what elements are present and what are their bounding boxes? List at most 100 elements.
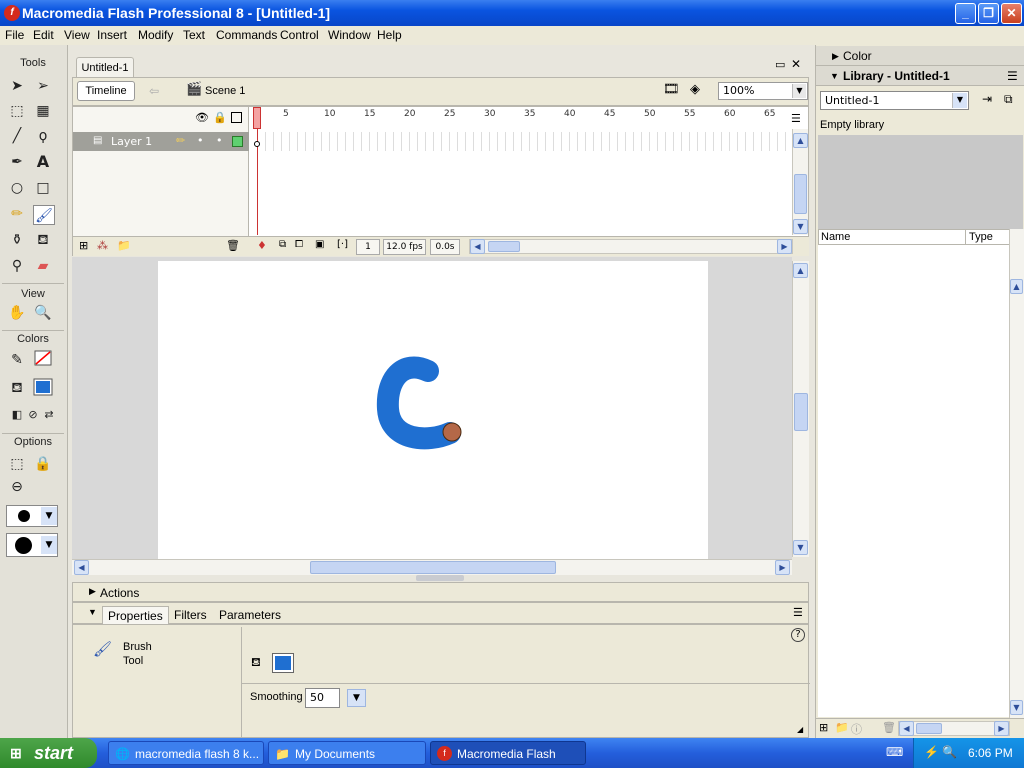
lock-fill-icon[interactable]: 🔒	[32, 454, 54, 474]
modify-markers-icon[interactable]: [·]	[337, 239, 348, 250]
start-button[interactable]: ⊞ start	[0, 738, 97, 768]
new-library-icon[interactable]: ⧉	[1004, 92, 1013, 107]
panel-menu-icon[interactable]: ☰	[793, 606, 803, 619]
playhead[interactable]	[253, 107, 261, 129]
keyboard-icon[interactable]: ⌨	[886, 745, 903, 759]
library-panel-header[interactable]: ▼ Library - Untitled-1 ☰	[816, 66, 1024, 86]
scroll-thumb[interactable]	[794, 174, 807, 214]
help-icon[interactable]: ?	[791, 628, 805, 642]
insert-folder-icon[interactable]: 📁	[117, 239, 131, 252]
hand-tool-icon[interactable]: ✋	[6, 303, 28, 323]
search-icon[interactable]: 🔍	[942, 745, 957, 759]
stage[interactable]	[158, 261, 708, 559]
menu-edit[interactable]: Edit	[33, 28, 54, 42]
minimize-button[interactable]: _	[955, 3, 976, 24]
canvas[interactable]	[158, 261, 708, 559]
color-panel-header[interactable]: ▶ Color	[816, 46, 1024, 66]
brush-shape-select[interactable]: ▼	[6, 533, 58, 557]
swap-colors-icon[interactable]: ⇄	[38, 405, 60, 425]
line-tool-icon[interactable]: ╱	[6, 126, 28, 146]
frame-row[interactable]	[250, 132, 790, 151]
eye-icon[interactable]: 👁	[195, 111, 209, 124]
close-doc-icon[interactable]: ✕	[791, 57, 801, 71]
resize-grip-icon[interactable]: ◢	[797, 725, 803, 734]
pencil-tool-icon[interactable]: ✏	[6, 204, 28, 224]
text-tool-icon[interactable]: A	[32, 152, 54, 172]
scroll-up-icon[interactable]: ▲	[793, 133, 808, 148]
task-button-active[interactable]: f Macromedia Flash Pro...	[430, 741, 586, 765]
menu-insert[interactable]: Insert	[97, 28, 127, 42]
timeline-menu-icon[interactable]: ☰	[791, 112, 801, 125]
oval-tool-icon[interactable]: ○	[6, 178, 28, 198]
stage-hscroll[interactable]: ◀ ▶	[72, 559, 792, 575]
lasso-tool-icon[interactable]: ϙ	[32, 126, 54, 146]
scroll-right-icon[interactable]: ▶	[777, 239, 792, 254]
chevron-down-icon[interactable]: ▼	[347, 689, 366, 707]
arrow-tool-icon[interactable]: ➤	[6, 76, 28, 96]
tab-filters[interactable]: Filters	[169, 606, 212, 624]
title-bar[interactable]: f Macromedia Flash Professional 8 - [Unt…	[0, 0, 1024, 26]
scroll-thumb[interactable]	[916, 723, 942, 734]
menu-control[interactable]: Control	[280, 28, 319, 42]
layer-row[interactable]: ▤ Layer 1 ✏ • •	[73, 132, 249, 151]
smoothing-input[interactable]: 50	[305, 688, 340, 708]
edit-symbols-icon[interactable]: ◈	[690, 82, 700, 97]
timeline-vscroll[interactable]: ▲ ▼	[792, 129, 808, 235]
pen-tool-icon[interactable]: ✒	[6, 152, 28, 172]
frame-rate[interactable]: 12.0 fps	[383, 239, 426, 255]
actions-panel-header[interactable]: ▶ Actions	[72, 582, 809, 602]
fill-color-swatch[interactable]	[272, 653, 294, 673]
scroll-left-icon[interactable]: ◀	[74, 560, 89, 575]
library-select[interactable]: Untitled-1 ▼	[820, 91, 969, 110]
scroll-down-icon[interactable]: ▼	[1010, 700, 1023, 715]
menu-text[interactable]: Text	[183, 28, 205, 42]
timeline-button[interactable]: Timeline	[77, 81, 135, 101]
scroll-down-icon[interactable]: ▼	[793, 219, 808, 234]
menu-window[interactable]: Window	[328, 28, 371, 42]
library-hscroll[interactable]: ◀ ▶	[898, 721, 1010, 736]
task-button[interactable]: 🌐 macromedia flash 8 k...	[108, 741, 264, 765]
restore-button[interactable]: ❐	[978, 3, 999, 24]
scroll-left-icon[interactable]: ◀	[899, 721, 914, 736]
onion-skin-icon[interactable]: ⧉	[279, 239, 286, 250]
new-folder-icon[interactable]: 📁	[835, 721, 849, 734]
clock[interactable]: 6:06 PM	[968, 746, 1013, 760]
stroke-color-swatch[interactable]	[32, 350, 54, 370]
onion-outline-icon[interactable]: ⧠	[295, 239, 303, 250]
menu-file[interactable]: File	[5, 28, 24, 42]
menu-commands[interactable]: Commands	[216, 28, 277, 42]
delete-layer-icon[interactable]: 🗑	[226, 239, 240, 252]
frame-area[interactable]: 1 5 10 15 20 25 30 35 40 45 50 55 60 65	[250, 107, 790, 255]
lock-icon[interactable]: 🔒	[213, 111, 227, 124]
scroll-right-icon[interactable]: ▶	[775, 560, 790, 575]
edit-scene-icon[interactable]: 🎞	[663, 82, 680, 97]
brush-size-select[interactable]: ▼	[6, 505, 58, 527]
scroll-thumb[interactable]	[794, 393, 808, 431]
tab-properties[interactable]: Properties	[102, 606, 169, 624]
menu-view[interactable]: View	[64, 28, 90, 42]
menu-modify[interactable]: Modify	[138, 28, 173, 42]
outline-icon[interactable]	[231, 112, 242, 123]
panel-menu-icon[interactable]: ☰	[1007, 66, 1018, 86]
ink-bottle-tool-icon[interactable]: ⚱	[6, 230, 28, 250]
delete-icon[interactable]: 🗑	[882, 721, 896, 734]
add-guide-icon[interactable]: ⁂	[97, 239, 108, 252]
subselection-tool-icon[interactable]: ➢	[32, 76, 54, 96]
zoom-select[interactable]: 100% ▼	[718, 82, 808, 100]
library-list[interactable]	[818, 245, 1011, 717]
work-area[interactable]	[72, 257, 792, 559]
eyedropper-tool-icon[interactable]: ⚲	[6, 256, 28, 276]
scroll-down-icon[interactable]: ▼	[793, 540, 808, 555]
center-frame-icon[interactable]: ♦	[257, 239, 267, 252]
scroll-left-icon[interactable]: ◀	[470, 239, 485, 254]
fill-color-swatch[interactable]	[32, 378, 54, 398]
edit-multiple-icon[interactable]: ▣	[315, 239, 324, 250]
scroll-up-icon[interactable]: ▲	[793, 263, 808, 278]
outline-color-swatch[interactable]	[232, 136, 243, 147]
brush-tool-icon[interactable]: 🖌	[33, 205, 55, 225]
scroll-thumb[interactable]	[310, 561, 556, 574]
scroll-up-icon[interactable]: ▲	[1010, 279, 1023, 294]
empty-keyframe[interactable]	[254, 141, 260, 147]
stage-vscroll[interactable]: ▲ ▼	[792, 261, 809, 557]
free-transform-tool-icon[interactable]: ⬚	[6, 101, 28, 121]
